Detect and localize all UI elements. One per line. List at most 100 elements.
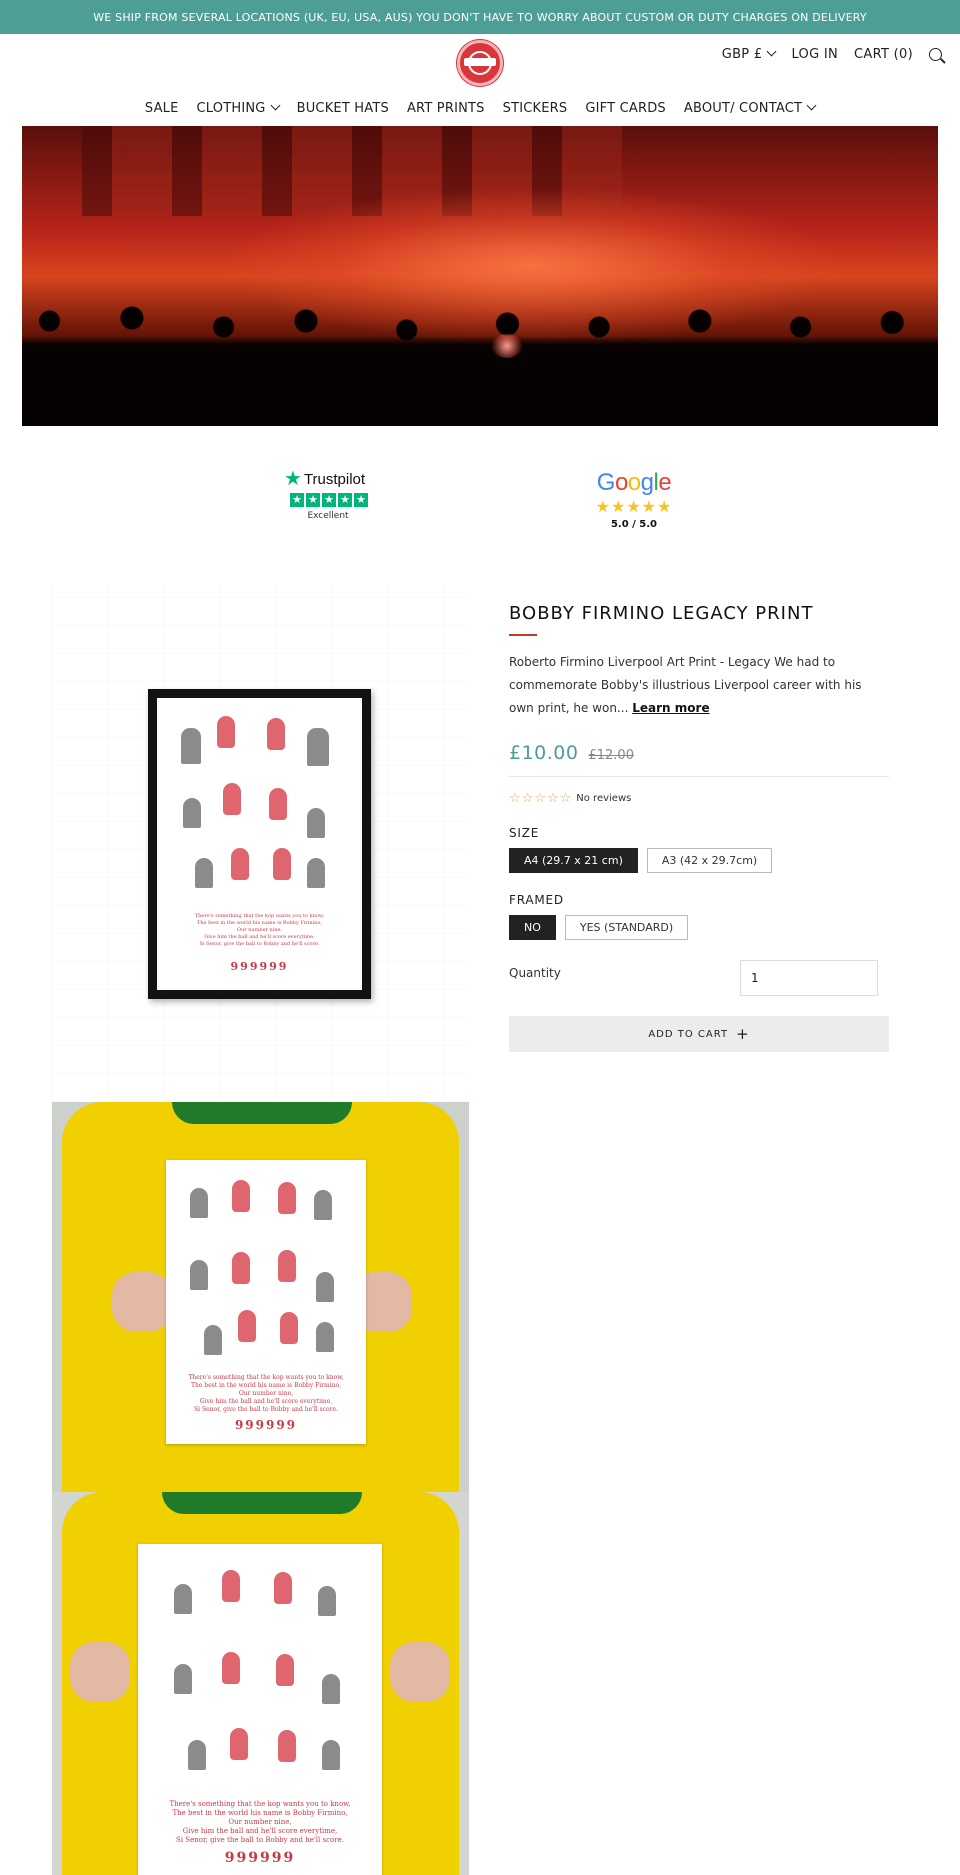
compare-price: £12.00 xyxy=(588,748,634,763)
quantity-input[interactable]: 1 xyxy=(740,960,878,996)
trophy-graphic xyxy=(316,1272,334,1302)
player-figure xyxy=(230,1728,248,1760)
framed-option-no[interactable]: NO xyxy=(509,915,556,940)
framed-options: NO YES (STANDARD) xyxy=(509,915,889,940)
player-figure xyxy=(238,1310,256,1342)
shirt-collar xyxy=(162,1492,362,1514)
empty-stars-icon: ☆☆☆☆☆ xyxy=(509,791,573,806)
trophy-graphic xyxy=(314,1190,332,1220)
chevron-down-icon xyxy=(767,46,777,57)
player-figure xyxy=(232,1180,250,1212)
learn-more-link[interactable]: Learn more xyxy=(632,701,709,715)
left-hand xyxy=(70,1642,130,1702)
poster-lyrics: There's something that the kop wants you… xyxy=(188,1374,344,1413)
add-to-cart-label: ADD TO CART xyxy=(648,1028,729,1040)
trophy-graphic xyxy=(174,1584,192,1614)
poster: There's something that the kop wants you… xyxy=(157,698,362,990)
hero-flare xyxy=(492,334,522,358)
review-badges: ★ Trustpilot ★ ★ ★ ★ ★ Excellent Google ★… xyxy=(0,468,960,540)
poster-lyrics: There's something that the kop wants you… xyxy=(194,913,325,947)
product-description: Roberto Firmino Liverpool Art Print - Le… xyxy=(509,655,862,715)
size-label: SIZE xyxy=(509,826,540,840)
hero-banner-image xyxy=(22,126,938,426)
player-figure xyxy=(278,1250,296,1282)
nav-item-gift-cards[interactable]: GIFT CARDS xyxy=(585,101,666,116)
cart-link[interactable]: CART (0) xyxy=(854,47,913,62)
search-icon[interactable] xyxy=(929,48,942,61)
size-options: A4 (29.7 x 21 cm) A3 (42 x 29.7cm) xyxy=(509,848,889,873)
size-option-a4[interactable]: A4 (29.7 x 21 cm) xyxy=(509,848,638,873)
player-figure xyxy=(267,718,285,750)
product-price: £10.00 xyxy=(509,742,579,764)
product-gallery: There's something that the kop wants you… xyxy=(52,584,469,1875)
star-icon: ★ xyxy=(354,493,368,507)
trophy-graphic xyxy=(204,1325,222,1355)
google-badge[interactable]: Google ★★★★★ 5.0 / 5.0 xyxy=(594,470,674,531)
header-actions: GBP £ LOG IN CART (0) xyxy=(722,46,942,62)
trophy-graphic xyxy=(322,1740,340,1770)
trophy-graphic xyxy=(190,1188,208,1218)
nav-item-sale[interactable]: SALE xyxy=(145,101,179,116)
nav-item-stickers[interactable]: STICKERS xyxy=(503,101,568,116)
player-figure xyxy=(232,1252,250,1284)
price-row: £10.00 £12.00 xyxy=(509,742,889,764)
divider xyxy=(509,776,889,777)
nav-item-bucket-hats[interactable]: BUCKET HATS xyxy=(297,101,389,116)
poster-number: 999999 xyxy=(234,1418,298,1432)
trophy-graphic xyxy=(188,1740,206,1770)
quantity-row: Quantity 1 xyxy=(509,960,889,996)
player-figure xyxy=(231,848,249,880)
trophy-graphic xyxy=(322,1674,340,1704)
trophy-graphic xyxy=(181,728,201,764)
reviews-summary[interactable]: ☆☆☆☆☆ No reviews xyxy=(509,791,889,806)
nav-item-about-contact[interactable]: ABOUT/ CONTACT xyxy=(684,100,817,116)
login-link[interactable]: LOG IN xyxy=(791,47,838,62)
announcement-text: WE SHIP FROM SEVERAL LOCATIONS (UK, EU, … xyxy=(93,10,867,24)
player-figure xyxy=(222,1652,240,1684)
player-figure xyxy=(278,1182,296,1214)
shirt-collar xyxy=(172,1102,352,1124)
trophy-graphic xyxy=(174,1664,192,1694)
title-accent-bar xyxy=(509,634,537,636)
player-figure xyxy=(223,783,241,815)
star-icon: ★ xyxy=(290,493,304,507)
trustpilot-star-icon: ★ xyxy=(284,468,302,490)
trophy-graphic xyxy=(307,728,329,766)
framed-option-yes[interactable]: YES (STANDARD) xyxy=(564,915,689,940)
poster-number: 999999 xyxy=(230,960,289,973)
plus-icon: + xyxy=(736,1024,750,1043)
nav-item-clothing[interactable]: CLOTHING xyxy=(197,100,281,116)
google-score: 5.0 / 5.0 xyxy=(610,519,658,530)
brand-logo[interactable] xyxy=(457,40,503,86)
trophy-graphic xyxy=(318,1586,336,1616)
currency-selector[interactable]: GBP £ xyxy=(722,46,777,62)
google-stars: ★★★★★ xyxy=(595,497,673,516)
player-figure xyxy=(273,848,291,880)
trustpilot-rating-text: Excellent xyxy=(307,511,349,521)
poster: There's something that the kop wants you… xyxy=(138,1544,382,1875)
add-to-cart-button[interactable]: ADD TO CART + xyxy=(509,1016,889,1052)
size-option-a3[interactable]: A3 (42 x 29.7cm) xyxy=(646,848,773,873)
product-image-framed[interactable]: There's something that the kop wants you… xyxy=(52,584,469,1102)
product-image-held-a3[interactable]: There's something that the kop wants you… xyxy=(52,1492,469,1875)
left-hand xyxy=(112,1272,172,1332)
product-image-held-a4[interactable]: There's something that the kop wants you… xyxy=(52,1102,469,1492)
nav-item-art-prints[interactable]: ART PRINTS xyxy=(407,101,485,116)
star-icon: ★ xyxy=(338,493,352,507)
player-figure xyxy=(269,788,287,820)
trustpilot-badge[interactable]: ★ Trustpilot ★ ★ ★ ★ ★ Excellent xyxy=(284,468,372,521)
reviews-text: No reviews xyxy=(576,793,632,804)
star-icon: ★ xyxy=(322,493,336,507)
trustpilot-logo: ★ Trustpilot xyxy=(284,468,366,490)
trophy-graphic xyxy=(195,858,213,888)
product-info: BOBBY FIRMINO LEGACY PRINT Roberto Firmi… xyxy=(509,603,889,1052)
player-figure xyxy=(274,1572,292,1604)
black-frame: There's something that the kop wants you… xyxy=(148,689,371,999)
player-figure xyxy=(280,1312,298,1344)
trophy-graphic xyxy=(307,808,325,838)
product-title: BOBBY FIRMINO LEGACY PRINT xyxy=(509,603,814,624)
site-header: GBP £ LOG IN CART (0) xyxy=(0,34,960,94)
right-hand xyxy=(390,1642,450,1702)
trophy-graphic xyxy=(183,798,201,828)
trophy-graphic xyxy=(190,1260,208,1290)
